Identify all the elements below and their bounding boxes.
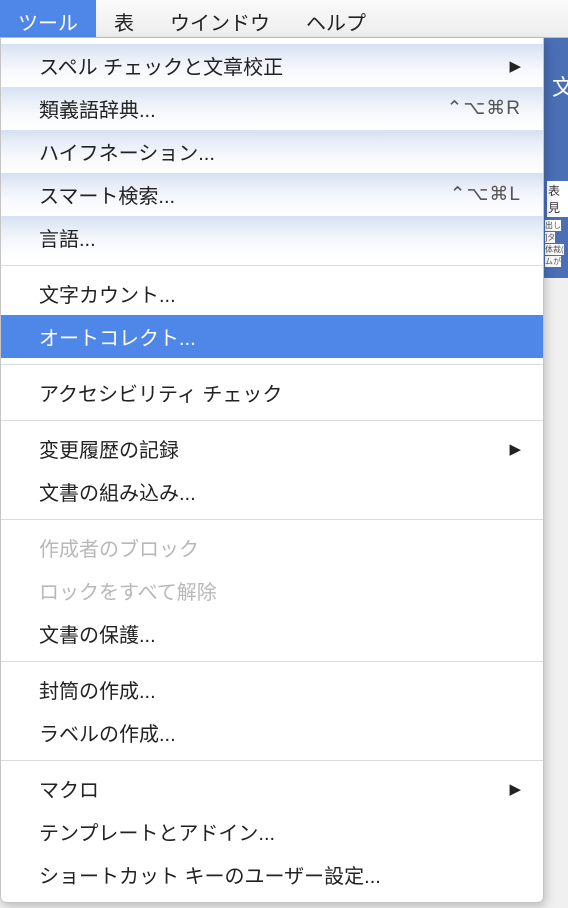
menubar-item-3[interactable]: ヘルプ (288, 0, 384, 37)
menu-separator (1, 760, 543, 761)
menu-item-label: 文書の組み込み... (39, 477, 521, 506)
menu-item-label: 類義語辞典... (39, 94, 446, 123)
menu-item: ロックをすべて解除 (1, 569, 543, 612)
menu-item-label: 作成者のブロック (39, 533, 521, 562)
background-tiny-text: ]タ (545, 232, 555, 243)
menu-item-label: スマート検索... (39, 180, 450, 209)
menu-item-label: ラベルの作成... (39, 718, 521, 747)
menu-item-label: ハイフネーション... (39, 137, 521, 166)
menu-separator (1, 661, 543, 662)
background-tiny-text: 出し (545, 220, 561, 231)
menu-separator (1, 265, 543, 266)
menu-item[interactable]: 文字カウント... (1, 272, 543, 315)
background-tiny-text: 体裁( (545, 244, 564, 255)
submenu-arrow-icon: ▶ (509, 440, 521, 458)
menu-item-label: テンプレートとアドイン... (39, 817, 521, 846)
tools-dropdown-menu: スペル チェックと文章校正 ▶ 類義語辞典...⌃⌥⌘R ハイフネーション... スマー… (0, 38, 544, 903)
menu-item[interactable]: オートコレクト... (1, 315, 543, 358)
menu-item-shortcut: ⌃⌥⌘R (446, 97, 521, 120)
menu-item[interactable]: 封筒の作成... (1, 668, 543, 711)
menu-item[interactable]: スペル チェックと文章校正 ▶ (1, 44, 543, 87)
menubar-item-0[interactable]: ツール (0, 0, 96, 37)
menu-item-label: 文書の保護... (39, 619, 521, 648)
menu-item-label: 言語... (39, 223, 521, 252)
background-side-label: 表見 (547, 181, 568, 217)
menu-item[interactable]: マクロ ▶ (1, 767, 543, 810)
menu-item-label: ショートカット キーのユーザー設定... (39, 860, 521, 889)
menubar-item-1[interactable]: 表 (96, 0, 152, 37)
menu-separator (1, 420, 543, 421)
menu-item-label: スペル チェックと文章校正 (39, 51, 499, 80)
menu-item[interactable]: ショートカット キーのユーザー設定... (1, 853, 543, 896)
menu-item[interactable]: ハイフネーション... (1, 130, 543, 173)
menu-item: 作成者のブロック (1, 526, 543, 569)
menu-item-label: アクセシビリティ チェック (39, 378, 521, 407)
menu-item-label: オートコレクト... (39, 322, 521, 351)
menu-item[interactable]: 文書の組み込み... (1, 470, 543, 513)
background-cutoff-text: 文 (552, 70, 568, 102)
menu-separator (1, 364, 543, 365)
menu-item-label: 文字カウント... (39, 279, 521, 308)
menu-item-label: マクロ (39, 774, 499, 803)
menu-item[interactable]: テンプレートとアドイン... (1, 810, 543, 853)
submenu-arrow-icon: ▶ (509, 57, 521, 75)
menu-item-label: ロックをすべて解除 (39, 576, 521, 605)
menu-item[interactable]: 言語... (1, 216, 543, 259)
submenu-arrow-icon: ▶ (509, 780, 521, 798)
menu-gradient-section: スペル チェックと文章校正 ▶ 類義語辞典...⌃⌥⌘R ハイフネーション... スマー… (1, 44, 543, 259)
menu-item[interactable]: 文書の保護... (1, 612, 543, 655)
menu-item[interactable]: スマート検索...⌃⌥⌘L (1, 173, 543, 216)
menu-separator (1, 519, 543, 520)
menubar: ツール表ウインドウヘルプ (0, 0, 568, 38)
menu-item[interactable]: 類義語辞典...⌃⌥⌘R (1, 87, 543, 130)
menu-item-shortcut: ⌃⌥⌘L (450, 183, 521, 206)
menu-item[interactable]: ラベルの作成... (1, 711, 543, 754)
menu-item[interactable]: 変更履歴の記録 ▶ (1, 427, 543, 470)
menu-item-label: 封筒の作成... (39, 675, 521, 704)
menu-item[interactable]: アクセシビリティ チェック (1, 371, 543, 414)
menu-item-label: 変更履歴の記録 (39, 434, 499, 463)
menubar-item-2[interactable]: ウインドウ (152, 0, 288, 37)
background-tiny-text: ムが (545, 256, 561, 267)
